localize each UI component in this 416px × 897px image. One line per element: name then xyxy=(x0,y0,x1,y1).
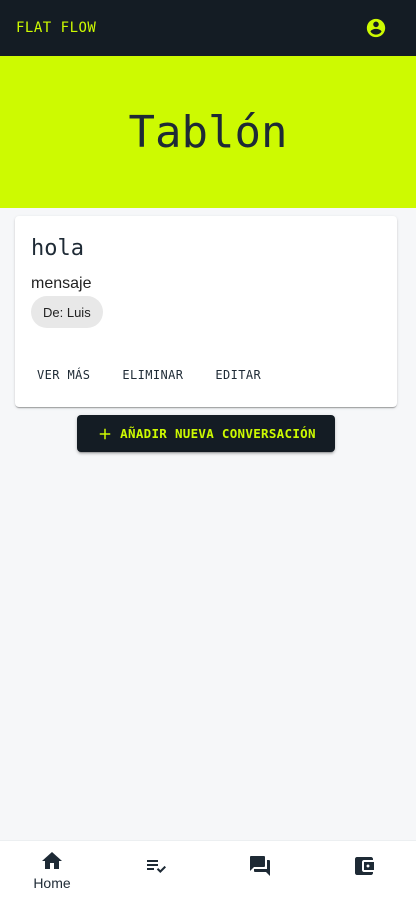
home-icon xyxy=(42,852,62,869)
nav-item-tasks[interactable] xyxy=(104,841,208,897)
playlist-check-icon xyxy=(147,860,166,873)
hero-banner: Tablón xyxy=(0,56,416,208)
edit-button[interactable]: EDITAR xyxy=(201,362,275,388)
bottom-navigation: Home xyxy=(0,840,416,897)
author-chip-label: De: Luis xyxy=(43,304,91,320)
forum-icon xyxy=(250,856,270,876)
app-brand[interactable]: FLAT FLOW xyxy=(16,20,96,36)
account-circle-icon xyxy=(366,18,386,38)
account-button[interactable] xyxy=(364,16,388,40)
author-chip: De: Luis xyxy=(31,296,103,328)
add-conversation-label: AÑADIR NUEVA CONVERSACIÓN xyxy=(120,426,316,441)
conversation-card: hola mensaje De: Luis VER MÁS ELIMINAR E… xyxy=(15,216,397,407)
delete-button[interactable]: ELIMINAR xyxy=(108,362,197,388)
plus-icon xyxy=(99,428,111,439)
view-more-button[interactable]: VER MÁS xyxy=(23,362,104,388)
card-actions: VER MÁS ELIMINAR EDITAR xyxy=(23,362,275,388)
nav-item-wallet[interactable] xyxy=(312,841,416,897)
conversation-title: hola xyxy=(31,236,84,261)
nav-item-home[interactable]: Home xyxy=(0,841,104,897)
wallet-icon xyxy=(355,857,374,875)
app-bar: FLAT FLOW xyxy=(0,0,416,56)
conversation-message: mensaje xyxy=(31,275,92,292)
page-title: Tablón xyxy=(128,106,288,158)
add-conversation-button[interactable]: AÑADIR NUEVA CONVERSACIÓN xyxy=(77,415,335,452)
nav-label-home: Home xyxy=(33,875,71,891)
nav-item-chat[interactable] xyxy=(208,841,312,897)
